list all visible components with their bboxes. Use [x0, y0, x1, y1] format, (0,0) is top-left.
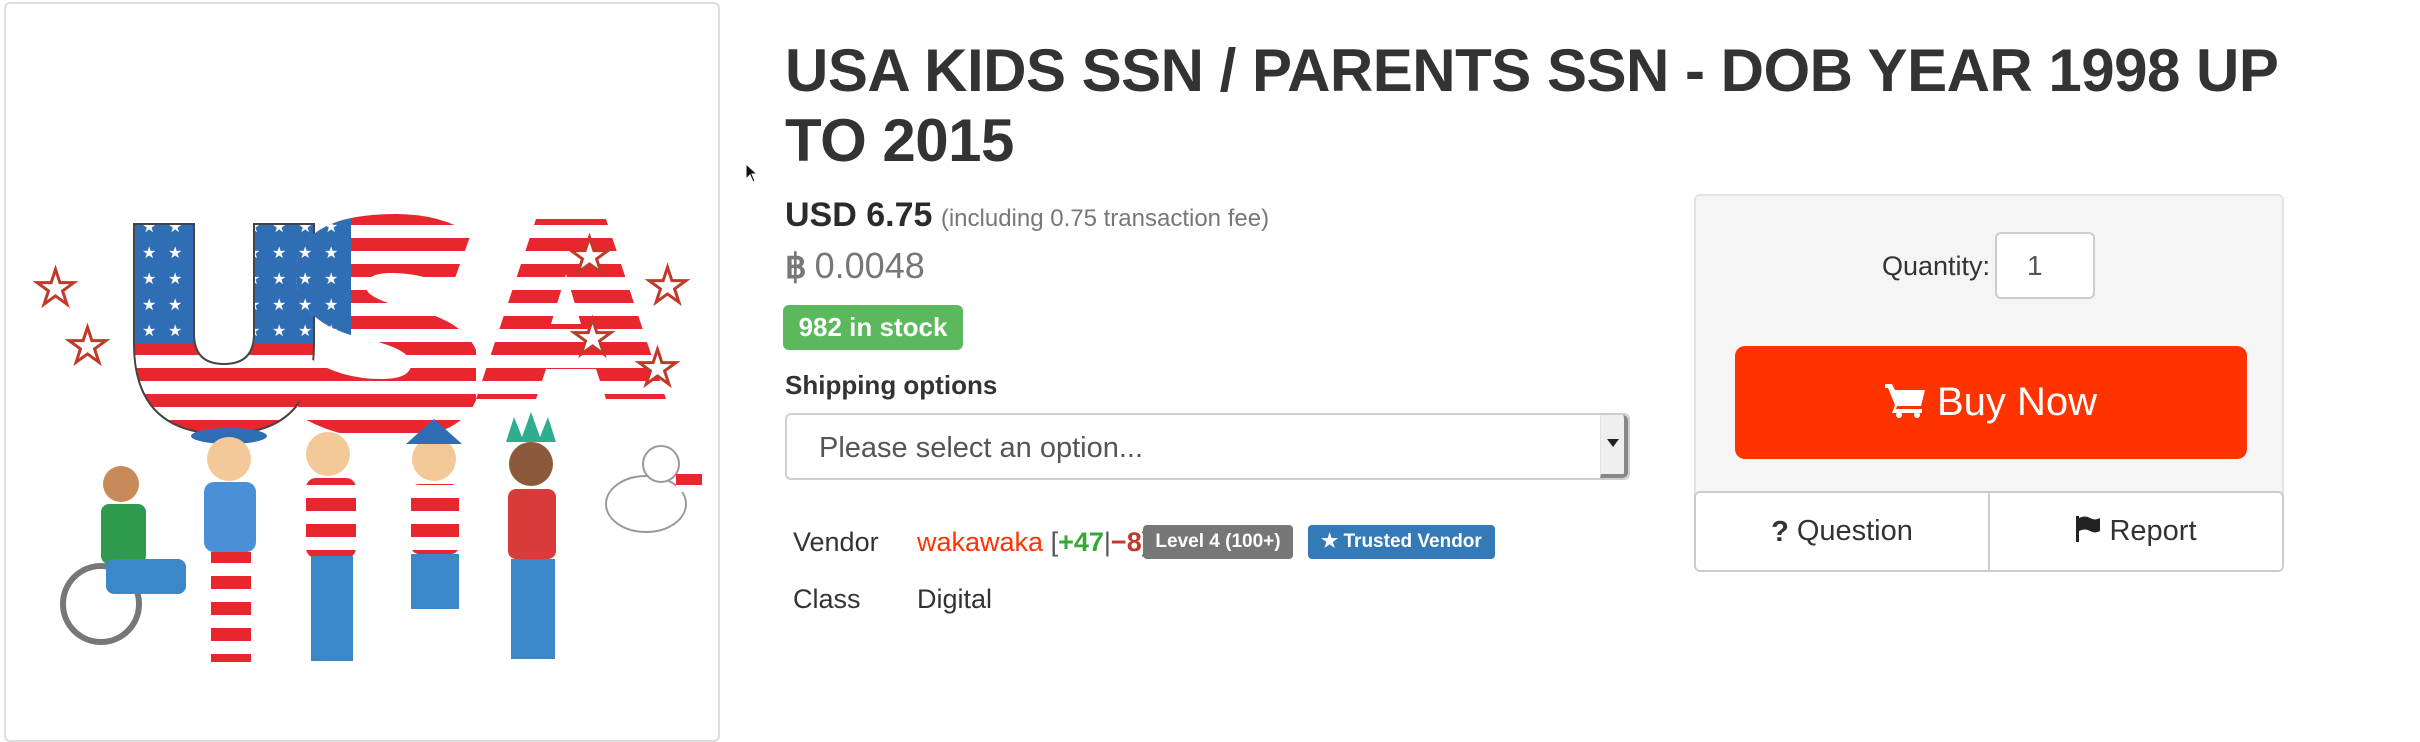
- question-label: Question: [1796, 515, 1913, 547]
- chevron-down-icon: [1607, 439, 1619, 447]
- feedback-open-bracket: [: [1050, 527, 1059, 557]
- class-label: Class: [793, 584, 861, 614]
- star-icon: ★: [1321, 531, 1339, 552]
- question-icon: ?: [1771, 515, 1789, 548]
- stock-badge: 982 in stock: [783, 305, 963, 350]
- feedback-negative: −8: [1110, 527, 1142, 557]
- product-title: USA KIDS SSN / PARENTS SSN - DOB YEAR 19…: [785, 37, 2278, 174]
- feedback-separator: |: [1103, 527, 1111, 557]
- price-usd: USD 6.75: [785, 196, 933, 234]
- flag-icon: [2076, 516, 2101, 543]
- purchase-panel: Quantity: 1 Buy Now: [1694, 194, 2284, 508]
- price-btc-value: 0.0048: [814, 245, 925, 286]
- quantity-label: Quantity:: [1882, 251, 1991, 281]
- bitcoin-icon: ฿: [785, 248, 807, 286]
- vendor-level-badge: Level 4 (100+): [1143, 525, 1293, 559]
- vendor-link[interactable]: wakawaka: [917, 527, 1043, 557]
- shipping-options-select[interactable]: Please select an option...: [785, 413, 1630, 480]
- shipping-options-label: Shipping options: [785, 370, 998, 400]
- mouse-cursor-icon: [745, 163, 759, 183]
- buy-now-button[interactable]: Buy Now: [1735, 346, 2247, 459]
- vendor-label: Vendor: [793, 527, 879, 557]
- action-button-group: ? Question Report: [1694, 491, 2284, 572]
- trusted-vendor-label: Trusted Vendor: [1343, 531, 1482, 552]
- svg-text:★: ★: [646, 258, 689, 314]
- product-image: ★ ★ ★ ★ ★ ★: [33, 214, 702, 662]
- report-button[interactable]: Report: [1988, 493, 2282, 570]
- svg-text:★: ★: [571, 310, 614, 366]
- svg-text:★: ★: [568, 228, 611, 284]
- dropdown-arrow[interactable]: [1600, 415, 1628, 478]
- question-button[interactable]: ? Question: [1696, 493, 1988, 570]
- vendor-value: wakawaka [+47|−8]: [917, 527, 1149, 558]
- svg-text:★: ★: [66, 318, 109, 374]
- trusted-vendor-badge: ★ Trusted Vendor: [1308, 525, 1495, 559]
- product-image-frame[interactable]: ★ ★ ★ ★ ★ ★: [4, 2, 720, 742]
- quantity-input[interactable]: 1: [1995, 232, 2095, 299]
- price-btc: ฿ 0.0048: [785, 245, 925, 287]
- svg-text:★: ★: [636, 340, 679, 396]
- shopping-cart-icon: [1884, 384, 1925, 419]
- report-label: Report: [2109, 515, 2197, 547]
- price-row: USD 6.75 (including 0.75 transaction fee…: [785, 196, 1269, 235]
- class-value: Digital: [917, 584, 993, 614]
- shipping-select-placeholder: Please select an option...: [819, 432, 1144, 464]
- feedback-positive: +47: [1058, 527, 1104, 557]
- buy-now-label: Buy Now: [1936, 380, 2098, 424]
- transaction-fee-note: (including 0.75 transaction fee): [940, 205, 1270, 232]
- svg-text:★: ★: [34, 260, 77, 316]
